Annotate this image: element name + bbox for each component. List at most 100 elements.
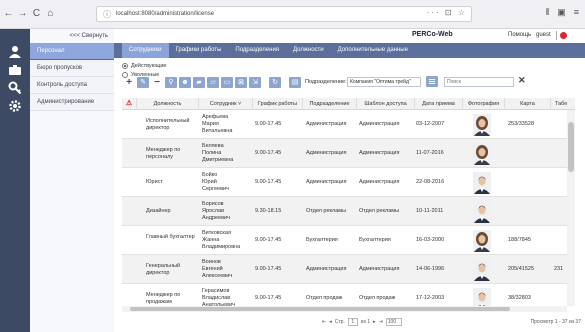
library-icon[interactable]: ⫴ xyxy=(545,7,549,18)
active-radio[interactable] xyxy=(122,62,128,69)
search-icon[interactable]: ⚲ xyxy=(165,77,177,88)
column-header-department[interactable]: Подразделение xyxy=(302,98,356,110)
sidebar-item-administration[interactable]: Администрирование xyxy=(30,94,114,111)
cell-template: Администрация xyxy=(359,266,400,272)
employee-photo[interactable] xyxy=(473,114,491,136)
sidebar-item-pass-office[interactable]: Бюро пропусков xyxy=(30,60,114,77)
department-list-icon[interactable] xyxy=(426,76,438,87)
address-bar[interactable]: ⓘ localhost:8080/administration/license … xyxy=(96,6,472,22)
add-icon[interactable]: + xyxy=(123,77,135,88)
info-icon: ⓘ xyxy=(103,9,111,19)
table-row[interactable]: Исполнительный директор Арефьева Мария Ви… xyxy=(122,110,575,139)
help-link[interactable]: Помощь xyxy=(508,32,531,38)
per-page-select[interactable]: 100 xyxy=(385,318,402,326)
menu-icon[interactable]: ≡ xyxy=(574,7,579,18)
last-page-icon[interactable]: ⇥ xyxy=(379,319,383,325)
table-row[interactable]: Менеджер по продажам Герасимов Владислав … xyxy=(122,284,575,306)
table-row[interactable]: Менеджер по персоналу Беляева Полина Дмит… xyxy=(122,139,575,168)
employee-photo[interactable] xyxy=(473,230,491,252)
page-input[interactable]: 1 xyxy=(347,318,358,326)
table-row[interactable]: Юрист Бойко Юрий Сергеевич 9.00-17.45 Админ… xyxy=(122,168,575,197)
cell-schedule: 9.00-17.45 xyxy=(255,179,282,185)
tab-employees[interactable]: Сотрудники xyxy=(122,43,169,58)
sidebar-item-access-control[interactable]: Контроль доступа xyxy=(30,77,114,94)
user-icon[interactable]: ☻ xyxy=(179,77,191,88)
table-row[interactable]: Дизайнер Борисов Ярослав Андреевич 9.30-18… xyxy=(122,197,575,226)
column-header-position[interactable]: Должность xyxy=(136,98,198,110)
table-row[interactable]: Главный бухгалтер Витковская Жанна Владим… xyxy=(122,226,575,255)
cell-template: Отдел продаж xyxy=(359,295,396,301)
cell-position: Менеджер по продажам xyxy=(146,291,181,305)
horizontal-scrollbar[interactable] xyxy=(122,306,567,312)
sidebar-icon[interactable]: ▣ xyxy=(557,7,566,18)
export-icon[interactable]: ⇲ xyxy=(249,77,261,88)
employee-photo[interactable] xyxy=(473,288,491,306)
cell-employee: Герасимов Владислав Анатольевич xyxy=(202,288,236,306)
warning-icon: ⚠ xyxy=(125,100,133,107)
column-header-template[interactable]: Шаблон доступа xyxy=(356,98,414,110)
remove-card-icon[interactable]: ⊠ xyxy=(235,77,247,88)
sidebar-empty-area xyxy=(30,111,114,332)
tab-additional-data[interactable]: Дополнительные данные xyxy=(331,43,415,58)
column-header-card[interactable]: Карта xyxy=(504,98,550,110)
search-input[interactable] xyxy=(444,77,514,87)
column-header-tab-number[interactable]: Табе xyxy=(550,98,575,110)
clear-search-icon[interactable]: ✕ xyxy=(518,75,526,86)
reload-icon[interactable]: C xyxy=(31,7,42,21)
column-header-schedule[interactable]: График работы xyxy=(252,98,302,110)
employee-photo[interactable] xyxy=(473,201,491,223)
columns-icon[interactable]: ▤ xyxy=(289,77,301,88)
cell-department: Отдел продаж xyxy=(306,295,343,301)
employees-table: ⚠ Должность Сотрудник ˅ График работы По… xyxy=(122,98,575,306)
pass-office-icon[interactable] xyxy=(8,63,22,77)
unlock-icon[interactable]: ▱ xyxy=(207,77,219,88)
vertical-scroll-thumb[interactable] xyxy=(568,122,574,172)
cell-department: Администрация xyxy=(306,266,347,272)
edit-icon[interactable]: ✎ xyxy=(137,77,149,88)
back-icon[interactable]: ← xyxy=(3,7,14,21)
column-header-hire-date[interactable]: Дата приема xyxy=(414,98,462,110)
first-page-icon[interactable]: ⇤ xyxy=(322,319,326,325)
tab-departments[interactable]: Подразделения xyxy=(228,43,286,58)
employee-photo[interactable] xyxy=(473,172,491,194)
column-header-employee[interactable]: Сотрудник ˅ xyxy=(198,98,252,110)
cell-employee: Борисов Ярослав Андреевич xyxy=(202,201,230,221)
cell-schedule: 9.00-17.45 xyxy=(255,237,282,243)
home-icon[interactable]: ⌂ xyxy=(45,7,56,21)
refresh-icon[interactable]: ↻ xyxy=(269,77,281,88)
tab-positions[interactable]: Должности xyxy=(286,43,331,58)
logout-icon[interactable] xyxy=(560,32,567,39)
records-info: Просмотр 1 - 37 из 37 xyxy=(530,319,581,325)
employee-photo[interactable] xyxy=(473,143,491,165)
forward-icon[interactable]: → xyxy=(17,7,28,21)
horizontal-scroll-thumb[interactable] xyxy=(130,307,510,311)
cell-schedule: 9.00-17.45 xyxy=(255,150,282,156)
column-header-photo[interactable]: Фотография xyxy=(462,98,504,110)
next-page-icon[interactable]: ▸ xyxy=(373,319,376,325)
user-name[interactable]: guest xyxy=(536,32,551,38)
prev-page-icon[interactable]: ◂ xyxy=(329,319,332,325)
delete-icon[interactable]: − xyxy=(151,77,163,88)
cell-employee: Воинов Евгений Алексеевич xyxy=(202,259,233,279)
tab-work-schedules[interactable]: Графики работы xyxy=(169,43,229,58)
table-header: ⚠ Должность Сотрудник ˅ График работы По… xyxy=(122,98,575,110)
page-actions[interactable]: ··· ⊡ ☆ xyxy=(427,8,467,17)
gear-icon[interactable] xyxy=(8,99,22,113)
department-select[interactable]: Компания "Оптима трейд" xyxy=(347,77,421,87)
key-icon[interactable] xyxy=(8,81,22,95)
cell-position: Юрист xyxy=(146,179,163,185)
cell-schedule: 9.00-17.45 xyxy=(255,266,282,272)
personnel-icon[interactable] xyxy=(8,45,22,59)
employee-photo[interactable] xyxy=(473,259,491,281)
sidebar-item-personnel[interactable]: Персонал xyxy=(30,43,114,60)
collapse-sidebar-button[interactable]: <<< Свернуть xyxy=(30,29,114,43)
cell-department: Администрация xyxy=(306,150,347,156)
vertical-scrollbar[interactable] xyxy=(567,110,575,306)
module-icon-strip xyxy=(0,29,30,332)
table-row[interactable]: Генеральный директор Воинов Евгений Алекс… xyxy=(122,255,575,284)
card-icon[interactable]: ▭ xyxy=(221,77,233,88)
lock-icon[interactable]: ▰ xyxy=(193,77,205,88)
cell-schedule: 9.00-17.45 xyxy=(255,121,282,127)
header-divider xyxy=(556,31,557,40)
cell-schedule: 9.30-18.15 xyxy=(255,208,282,214)
